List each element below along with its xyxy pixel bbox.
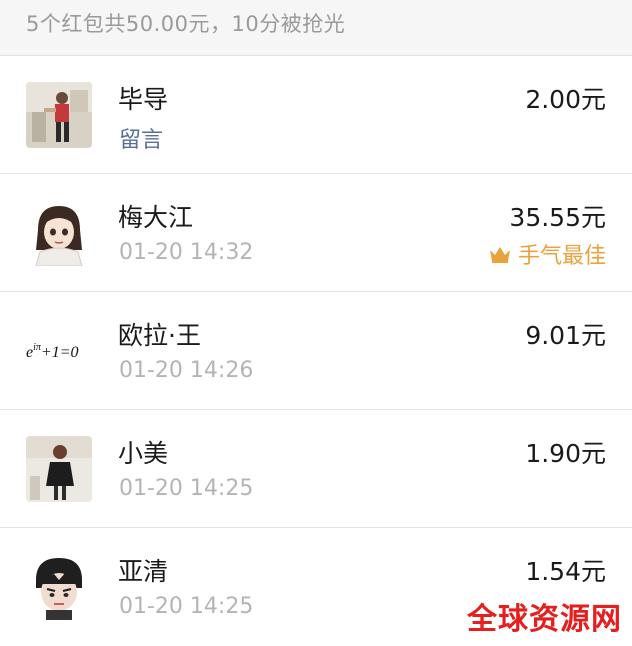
message-link[interactable]: 留言	[119, 122, 163, 154]
cartoon-girl-avatar-icon[interactable]	[26, 200, 92, 266]
user-name: 毕导	[118, 85, 169, 114]
euler-formula-avatar-icon[interactable]: eiπ+1=0	[26, 318, 92, 384]
user-name: 梅大江	[118, 203, 194, 232]
crown-icon	[489, 247, 510, 263]
timestamp: 01-20 14:26	[119, 358, 254, 383]
photo-person-avatar-icon[interactable]	[26, 82, 92, 148]
user-name: 小美	[118, 439, 169, 468]
cartoon-boy-avatar-icon[interactable]	[26, 554, 92, 620]
amount: 9.01元	[525, 321, 606, 350]
list-item[interactable]: 梅大江 01-20 14:32 35.55元 手气最佳	[0, 174, 632, 292]
euler-formula-text: eiπ+1=0	[26, 342, 79, 361]
amount: 2.00元	[525, 85, 606, 114]
list-item[interactable]: 小美 01-20 14:25 1.90元	[0, 410, 632, 528]
photo-girl-avatar-icon[interactable]	[26, 436, 92, 502]
timestamp: 01-20 14:25	[119, 594, 254, 619]
amount: 1.90元	[525, 439, 606, 468]
timestamp: 01-20 14:32	[119, 240, 254, 265]
amount: 1.54元	[525, 557, 606, 586]
best-luck-badge: 手气最佳	[488, 238, 606, 270]
user-name: 亚清	[118, 557, 169, 586]
summary-bar: 5个红包共50.00元，10分被抢光	[0, 0, 632, 56]
list-item[interactable]: 毕导 留言 2.00元	[0, 56, 632, 174]
amount: 35.55元	[509, 203, 606, 232]
summary-text: 5个红包共50.00元，10分被抢光	[26, 12, 346, 36]
watermark-text: 全球资源网	[467, 602, 622, 637]
list-item[interactable]: eiπ+1=0 欧拉·王 01-20 14:26 9.01元	[0, 292, 632, 410]
timestamp: 01-20 14:25	[119, 476, 254, 501]
best-luck-label: 手气最佳	[517, 244, 606, 269]
user-name: 欧拉·王	[118, 321, 201, 350]
